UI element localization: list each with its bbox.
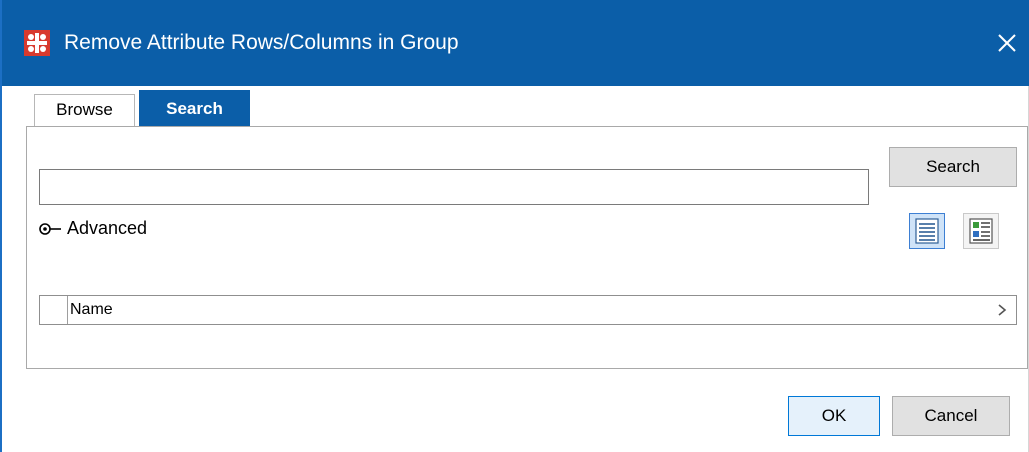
- dialog-window: Remove Attribute Rows/Columns in Group B…: [0, 0, 1029, 452]
- title-bar[interactable]: Remove Attribute Rows/Columns in Group: [2, 0, 1029, 86]
- list-view-icon[interactable]: [909, 213, 945, 249]
- tab-browse[interactable]: Browse: [34, 94, 135, 126]
- close-icon[interactable]: [992, 28, 1022, 58]
- chevron-right-icon[interactable]: [994, 300, 1010, 320]
- toggle-arrow-icon: [39, 222, 67, 236]
- search-button[interactable]: Search: [889, 147, 1017, 187]
- search-panel: Search Advanced Name: [26, 126, 1028, 369]
- advanced-label: Advanced: [67, 218, 148, 238]
- ok-button[interactable]: OK: [788, 396, 880, 436]
- search-input[interactable]: [39, 169, 869, 205]
- grid-cross-icon: [24, 30, 50, 56]
- row-selector-column: [40, 296, 68, 324]
- column-header-name[interactable]: Name: [70, 301, 113, 319]
- cancel-button[interactable]: Cancel: [892, 396, 1010, 436]
- tab-search[interactable]: Search: [139, 90, 250, 126]
- results-table-header: Name: [39, 295, 1017, 325]
- window-title: Remove Attribute Rows/Columns in Group: [64, 31, 459, 54]
- details-view-icon[interactable]: [963, 213, 999, 249]
